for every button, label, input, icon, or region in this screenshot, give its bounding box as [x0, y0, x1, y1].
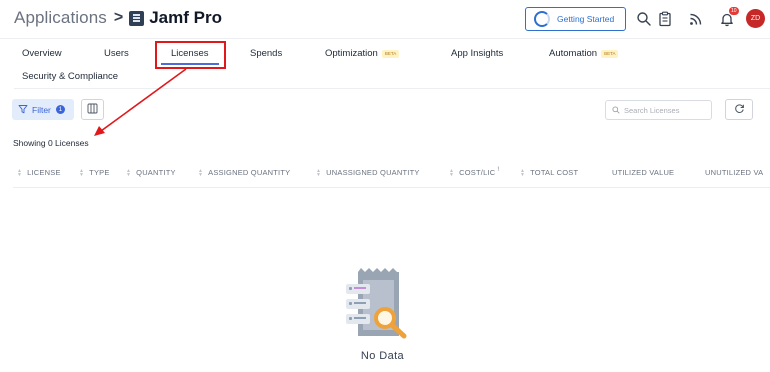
progress-ring-icon	[534, 11, 550, 27]
sort-icon: ▲ ▼	[126, 167, 132, 178]
bell-icon[interactable]: 10	[719, 7, 739, 27]
funnel-icon	[18, 101, 28, 119]
filter-button[interactable]: Filter 1	[12, 99, 74, 120]
column-header-quantity[interactable]: ▲ ▼ QUANTITY	[126, 168, 176, 177]
header-divider	[0, 38, 770, 39]
rss-icon[interactable]	[688, 11, 704, 27]
column-header-type[interactable]: ▲ ▼ TYPE	[79, 168, 110, 177]
top-header: Applications > Jamf Pro Getting Started …	[0, 0, 770, 38]
column-header-label: TOTAL COST	[530, 168, 579, 177]
beta-badge: BETA	[381, 49, 400, 58]
breadcrumb-app-name: Jamf Pro	[149, 8, 222, 27]
column-header-assigned-quantity[interactable]: ▲ ▼ ASSIGNED QUANTITY	[198, 168, 290, 177]
tab-security-compliance[interactable]: Security & Compliance	[22, 71, 118, 82]
tab-label: Overview	[22, 48, 62, 59]
user-avatar[interactable]: ZD	[746, 9, 765, 28]
search-icon[interactable]	[636, 11, 652, 27]
column-header-license[interactable]: ▲ ▼ LICENSE	[17, 168, 61, 177]
getting-started-label: Getting Started	[557, 14, 615, 24]
sort-icon: ▲ ▼	[17, 167, 23, 178]
column-header-label: UNASSIGNED QUANTITY	[326, 168, 420, 177]
jamf-logo-icon	[129, 10, 145, 26]
sort-icon: ▲ ▼	[79, 167, 85, 178]
tab-automation[interactable]: Automation BETA	[549, 48, 619, 59]
tab-label: Optimization	[325, 48, 378, 59]
annotation-highlight-box	[155, 41, 226, 69]
getting-started-button[interactable]: Getting Started	[525, 7, 626, 31]
breadcrumb: Applications > Jamf Pro	[14, 8, 222, 28]
column-header-label: ASSIGNED QUANTITY	[208, 168, 291, 177]
sort-icon: ▲ ▼	[520, 167, 526, 178]
column-header-unutilized-value: UNUTILIZED VA	[705, 168, 763, 177]
tab-spends[interactable]: Spends	[250, 48, 282, 59]
breadcrumb-applications[interactable]: Applications	[14, 8, 107, 28]
search-licenses-field[interactable]	[605, 100, 712, 120]
search-licenses-input[interactable]	[624, 105, 708, 115]
info-mark: !	[497, 166, 500, 173]
clipboard-icon[interactable]	[657, 11, 673, 27]
column-header-label: UTILIZED VALUE	[612, 168, 675, 177]
column-header-label: LICENSE	[27, 168, 61, 177]
showing-count-text: Showing 0 Licenses	[13, 138, 89, 148]
no-data-message: No Data	[360, 350, 405, 362]
tab-label: Users	[104, 48, 129, 59]
column-header-total-cost[interactable]: ▲ ▼ TOTAL COST	[520, 168, 578, 177]
tab-overview[interactable]: Overview	[22, 48, 62, 59]
beta-badge: BETA	[601, 49, 619, 58]
filter-count-badge: 1	[55, 105, 65, 114]
column-header-unassigned-quantity[interactable]: ▲ ▼ UNASSIGNED QUANTITY	[316, 168, 420, 177]
tab-label: Automation	[549, 48, 598, 59]
refresh-button[interactable]	[725, 99, 753, 120]
table-header-divider	[13, 187, 770, 188]
sort-icon: ▲ ▼	[198, 167, 204, 178]
tab-app-insights[interactable]: App Insights	[451, 48, 503, 59]
tabs-divider	[14, 88, 770, 89]
columns-icon	[87, 101, 98, 119]
tab-label: Spends	[250, 48, 283, 59]
tab-users[interactable]: Users	[104, 48, 129, 59]
breadcrumb-separator: >	[113, 9, 124, 26]
column-header-label: TYPE	[89, 168, 110, 177]
filter-label: Filter	[32, 104, 51, 115]
refresh-icon	[734, 101, 745, 119]
notification-count-badge: 10	[729, 7, 739, 15]
sort-icon: ▲ ▼	[449, 167, 455, 178]
column-header-label: UNUTILIZED VA	[705, 168, 764, 177]
tab-optimization[interactable]: Optimization BETA	[325, 48, 400, 59]
column-header-label: QUANTITY	[136, 168, 176, 177]
tab-label: Security & Compliance	[22, 71, 119, 82]
columns-button[interactable]	[81, 99, 104, 120]
sort-icon: ▲ ▼	[316, 167, 322, 178]
column-header-label: COST/LIC	[459, 168, 496, 177]
no-data-illustration	[337, 266, 419, 342]
column-header-utilized-value: UTILIZED VALUE	[612, 168, 674, 177]
tab-label: App Insights	[451, 48, 504, 59]
search-icon	[612, 101, 620, 119]
column-header-cost-per-license[interactable]: ▲ ▼ COST/LIC !	[449, 166, 500, 178]
